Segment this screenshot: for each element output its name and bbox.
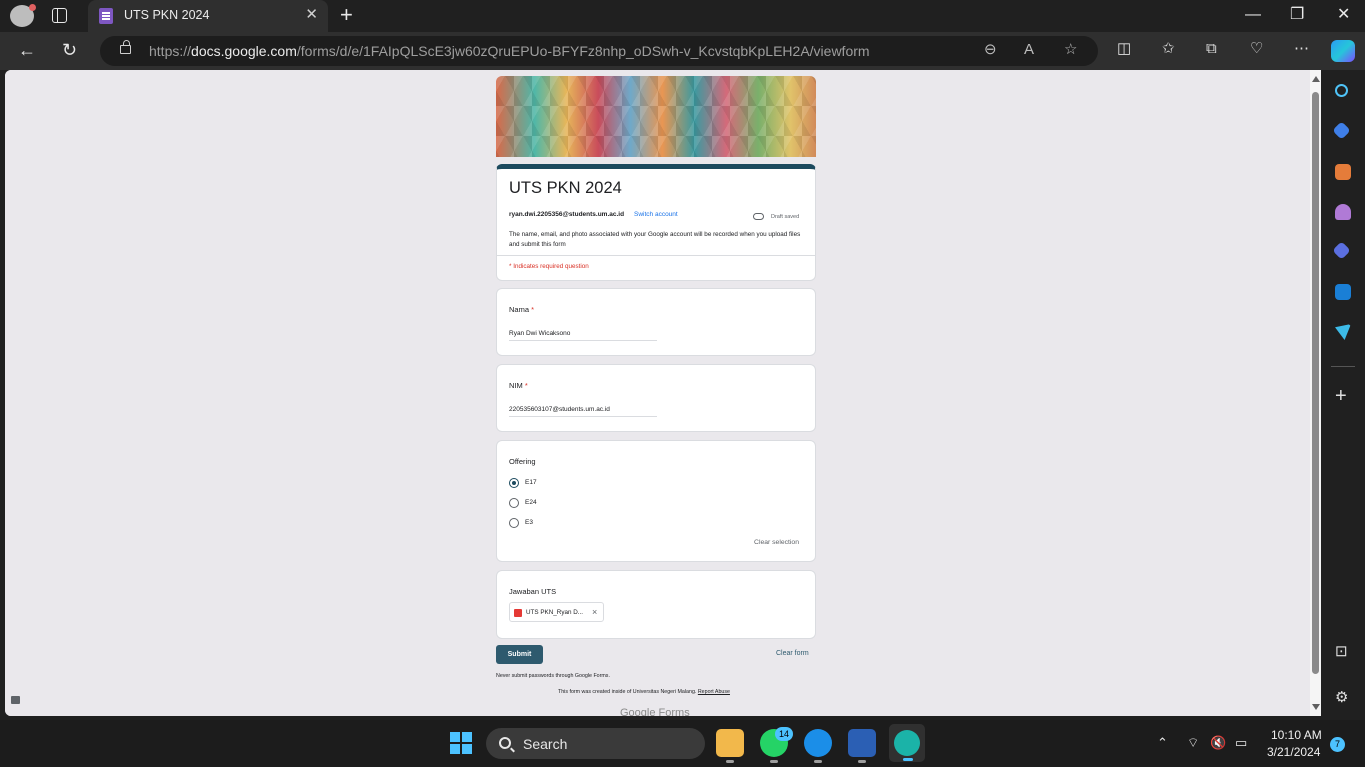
- notification-badge[interactable]: 7: [1330, 737, 1345, 752]
- restore-icon[interactable]: ❐: [1290, 6, 1304, 24]
- scroll-down-arrow-icon[interactable]: [1312, 704, 1320, 710]
- edge-sidebar: + ⊡ ⚙: [1321, 70, 1365, 720]
- volume-muted-icon[interactable]: 🔇: [1210, 735, 1226, 751]
- report-abuse-link[interactable]: Report Abuse: [698, 689, 730, 695]
- whatsapp-badge: 14: [775, 727, 793, 741]
- question-card-nim: NIM * 220535603107@students.um.ac.id: [496, 364, 816, 432]
- radio-checked-icon[interactable]: [509, 478, 519, 488]
- form-title: UTS PKN 2024: [509, 179, 622, 197]
- google-forms-logo: Google Forms: [620, 707, 690, 716]
- radio-label: E24: [525, 499, 537, 506]
- question-card-nama: Nama * Ryan Dwi Wicaksono: [496, 288, 816, 356]
- outlook-icon[interactable]: [1335, 284, 1351, 300]
- url-text[interactable]: https://docs.google.com/forms/d/e/1FAIpQ…: [149, 43, 870, 59]
- address-bar[interactable]: https://docs.google.com/forms/d/e/1FAIpQ…: [100, 36, 1098, 66]
- search-icon: [499, 737, 511, 749]
- google-forms-favicon-icon: [99, 8, 113, 24]
- radio-label: E17: [525, 479, 537, 486]
- created-inside-note: This form was created inside of Universi…: [558, 689, 730, 695]
- read-aloud-icon[interactable]: A: [1024, 42, 1034, 58]
- tab-actions-icon[interactable]: [52, 8, 67, 23]
- required-note: * Indicates required question: [509, 263, 589, 270]
- radio-unchecked-icon[interactable]: [509, 518, 519, 528]
- new-tab-button[interactable]: +: [340, 3, 353, 27]
- scroll-up-arrow-icon[interactable]: [1312, 76, 1320, 82]
- favorite-icon[interactable]: ☆: [1064, 42, 1077, 58]
- scrollbar-thumb[interactable]: [1312, 92, 1319, 674]
- collections-icon[interactable]: ⧉: [1206, 41, 1217, 57]
- feedback-icon[interactable]: [11, 696, 20, 704]
- search-icon[interactable]: [1335, 84, 1348, 97]
- add-sidebar-app-icon[interactable]: +: [1335, 386, 1347, 406]
- question-card-offering: Offering E17 E24 E3 Clear selection: [496, 440, 816, 562]
- question-label: Nama *: [509, 305, 535, 314]
- form-header-image: [496, 76, 816, 157]
- tools-icon[interactable]: [1335, 164, 1351, 180]
- draft-status: Draft saved: [771, 214, 800, 220]
- sidebar-divider: [1331, 366, 1355, 367]
- windows-taskbar: Search 14 ⌃ ⌔ 🔇 ▭ 10:10 AM 3/21/2024 7: [0, 720, 1365, 767]
- word-icon[interactable]: [848, 729, 876, 763]
- page-viewport: UTS PKN 2024 ryan.dwi.2205356@students.u…: [5, 70, 1321, 716]
- search-label: Search: [523, 736, 568, 752]
- file-explorer-icon[interactable]: [716, 729, 744, 763]
- screenshot-icon[interactable]: ⊡: [1335, 644, 1348, 660]
- clock-time[interactable]: 10:10 AM: [1271, 728, 1322, 742]
- refresh-icon[interactable]: ↻: [62, 40, 77, 60]
- games-icon[interactable]: [1335, 204, 1351, 220]
- minimize-icon[interactable]: —: [1245, 6, 1261, 24]
- address-toolbar: ← ↻ https://docs.google.com/forms/d/e/1F…: [0, 32, 1365, 70]
- clear-form-button[interactable]: Clear form: [776, 650, 809, 657]
- clock-date[interactable]: 3/21/2024: [1267, 745, 1320, 759]
- profile-avatar-icon[interactable]: [10, 4, 36, 27]
- tab-title: UTS PKN 2024: [124, 8, 210, 22]
- shopping-tag-icon[interactable]: [1332, 121, 1351, 140]
- account-email: ryan.dwi.2205356@students.um.ac.id: [509, 211, 625, 218]
- microsoft-365-icon[interactable]: [1332, 241, 1351, 260]
- question-card-jawaban: Jawaban UTS UTS PKN_Ryan D... ×: [496, 570, 816, 639]
- radio-unchecked-icon[interactable]: [509, 498, 519, 508]
- performance-icon[interactable]: ♡: [1250, 41, 1263, 57]
- radio-label: E3: [525, 519, 533, 526]
- edge-icon[interactable]: [804, 729, 832, 763]
- title-bar: UTS PKN 2024 ✕ + — ❐ ✕: [0, 0, 1365, 32]
- more-icon[interactable]: ⋯: [1294, 41, 1309, 57]
- back-icon[interactable]: ←: [18, 40, 36, 60]
- clear-selection-button[interactable]: Clear selection: [754, 539, 799, 546]
- taskbar-search-box[interactable]: Search: [486, 728, 705, 759]
- split-screen-icon[interactable]: ◫: [1117, 41, 1131, 57]
- edge-profile-active-icon[interactable]: [889, 724, 925, 762]
- tab-uts-pkn[interactable]: UTS PKN 2024 ✕: [88, 0, 328, 32]
- password-warning: Never submit passwords through Google Fo…: [496, 673, 610, 679]
- favorites-icon[interactable]: ✩: [1162, 41, 1175, 57]
- privacy-notice: The name, email, and photo associated wi…: [509, 231, 801, 248]
- window-close-icon[interactable]: ✕: [1337, 6, 1350, 24]
- remove-file-icon[interactable]: ×: [592, 607, 597, 617]
- cloud-saved-icon: [753, 213, 764, 220]
- zoom-out-icon[interactable]: ⊖: [984, 42, 997, 58]
- battery-icon[interactable]: ▭: [1235, 735, 1247, 751]
- uploaded-file-chip[interactable]: UTS PKN_Ryan D... ×: [509, 602, 604, 622]
- lock-icon[interactable]: [120, 40, 131, 54]
- pdf-icon: [514, 609, 522, 617]
- tab-close-icon[interactable]: ✕: [305, 7, 318, 23]
- file-name: UTS PKN_Ryan D...: [526, 609, 584, 616]
- form-title-card: UTS PKN 2024 ryan.dwi.2205356@students.u…: [496, 164, 816, 281]
- question-label: Offering: [509, 457, 536, 466]
- nim-input[interactable]: 220535603107@students.um.ac.id: [509, 406, 657, 417]
- settings-gear-icon[interactable]: ⚙: [1335, 690, 1348, 706]
- nama-input[interactable]: Ryan Dwi Wicaksono: [509, 330, 657, 341]
- question-label: Jawaban UTS: [509, 587, 557, 596]
- question-label: NIM *: [509, 381, 528, 390]
- switch-account-link[interactable]: Switch account: [634, 211, 678, 218]
- submit-button[interactable]: Submit: [496, 645, 543, 664]
- copilot-icon[interactable]: [1331, 40, 1355, 62]
- wifi-icon[interactable]: ⌔: [1187, 735, 1199, 751]
- drop-icon[interactable]: [1335, 324, 1351, 340]
- show-hidden-icons-icon[interactable]: ⌃: [1157, 735, 1168, 751]
- divider: [497, 255, 815, 256]
- vertical-scrollbar[interactable]: [1310, 70, 1321, 716]
- windows-start-icon[interactable]: [450, 732, 472, 754]
